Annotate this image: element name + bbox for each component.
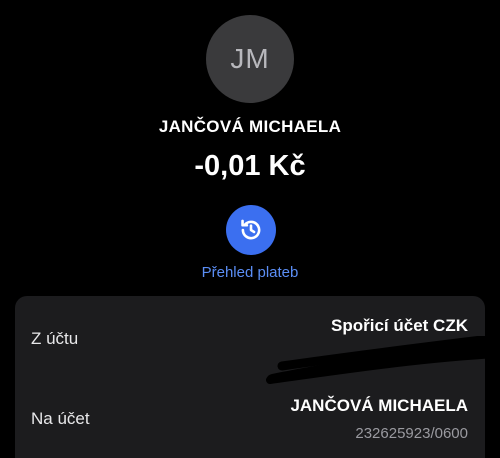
payment-history-link[interactable]: Přehled plateb (0, 264, 500, 281)
avatar-initials: JM (230, 43, 270, 74)
to-account-name: JANČOVÁ MICHAELA (290, 396, 468, 415)
payment-detail-screen: JM JANČOVÁ MICHAELA -0,01 Kč Přehled pla… (0, 0, 500, 458)
to-account-label: Na účet (31, 409, 90, 428)
contact-name: JANČOVÁ MICHAELA (158, 117, 342, 136)
history-icon (241, 219, 261, 240)
to-account-number: 232625923/0600 (355, 425, 468, 442)
redaction-scribble (266, 336, 500, 384)
from-account-value: Spořicí účet CZK (331, 316, 468, 335)
transaction-amount: -0,01 Kč (194, 150, 306, 182)
from-account-label: Z účtu (31, 329, 79, 348)
payment-history-button[interactable] (226, 205, 276, 255)
avatar: JM (206, 15, 294, 103)
